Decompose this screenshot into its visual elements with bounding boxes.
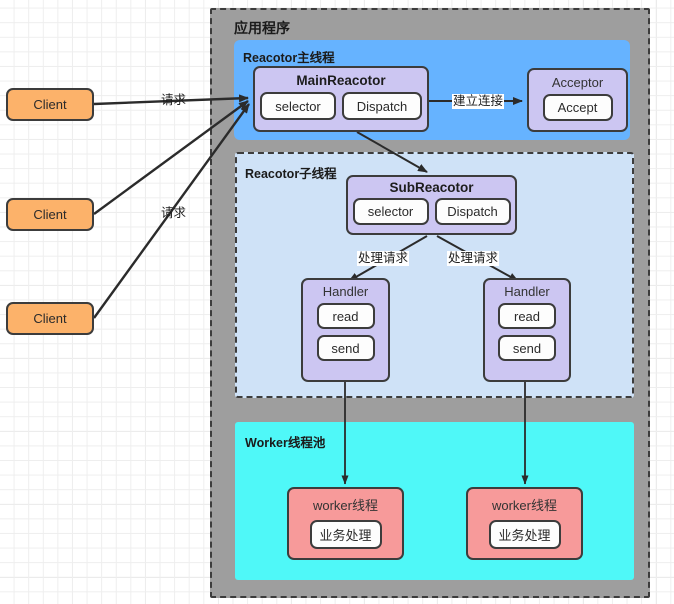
main-reactor-node[interactable]: MainReacotor selector Dispatch [253,66,429,132]
handler-read-pill[interactable]: read [498,303,556,329]
handler-pills: read send [498,303,556,361]
client-node-2[interactable]: Client [6,198,94,231]
main-reactor-selector-pill[interactable]: selector [260,92,336,120]
handler-title: Handler [322,284,369,299]
client-label: Client [33,207,67,222]
acceptor-accept-pill[interactable]: Accept [542,94,613,121]
acceptor-pills: Accept [542,94,613,121]
acceptor-node[interactable]: Acceptor Accept [527,68,628,132]
client-node-1[interactable]: Client [6,88,94,121]
acceptor-title: Acceptor [551,75,604,90]
sub-thread-label: Reacotor子线程 [245,167,337,181]
main-thread-label: Reacotor主线程 [243,51,335,65]
worker-pills: 业务处理 [309,520,382,549]
handler-node-left[interactable]: Handler read send [301,278,390,382]
worker-pool-label: Worker线程池 [245,436,326,450]
edge-label-establish-connection: 建立连接 [452,94,505,109]
worker-business-pill[interactable]: 业务处理 [309,520,382,549]
handler-send-pill[interactable]: send [316,335,375,361]
worker-pills: 业务处理 [488,520,561,549]
worker-node-right[interactable]: worker线程 业务处理 [466,487,583,560]
edge-label-request-top: 请求 [161,93,187,107]
handler-node-right[interactable]: Handler read send [483,278,571,382]
main-reactor-dispatch-pill[interactable]: Dispatch [342,92,422,120]
edge-label-handle-request-right: 处理请求 [447,251,500,266]
sub-reactor-dispatch-pill[interactable]: Dispatch [434,198,511,225]
sub-reactor-title: SubReacotor [389,180,474,195]
edge-label-request-bottom: 请求 [161,206,187,220]
app-container-label: 应用程序 [234,20,290,36]
handler-pills: read send [316,303,375,361]
main-reactor-pills: selector Dispatch [260,92,422,120]
worker-business-pill[interactable]: 业务处理 [488,520,561,549]
sub-reactor-node[interactable]: SubReacotor selector Dispatch [346,175,517,235]
client-label: Client [33,97,67,112]
worker-title: worker线程 [312,498,378,513]
client-label: Client [33,311,67,326]
handler-title: Handler [504,284,550,299]
worker-node-left[interactable]: worker线程 业务处理 [287,487,404,560]
sub-reactor-selector-pill[interactable]: selector [352,198,429,225]
handler-send-pill[interactable]: send [498,335,556,361]
diagram-canvas: 应用程序 Reacotor主线程 Reacotor子线程 Worker线程池 请… [0,0,674,604]
client-node-3[interactable]: Client [6,302,94,335]
handler-read-pill[interactable]: read [316,303,375,329]
sub-reactor-pills: selector Dispatch [352,198,511,225]
main-reactor-title: MainReacotor [296,73,386,88]
edge-label-handle-request-left: 处理请求 [357,251,410,266]
worker-title: worker线程 [491,498,557,513]
